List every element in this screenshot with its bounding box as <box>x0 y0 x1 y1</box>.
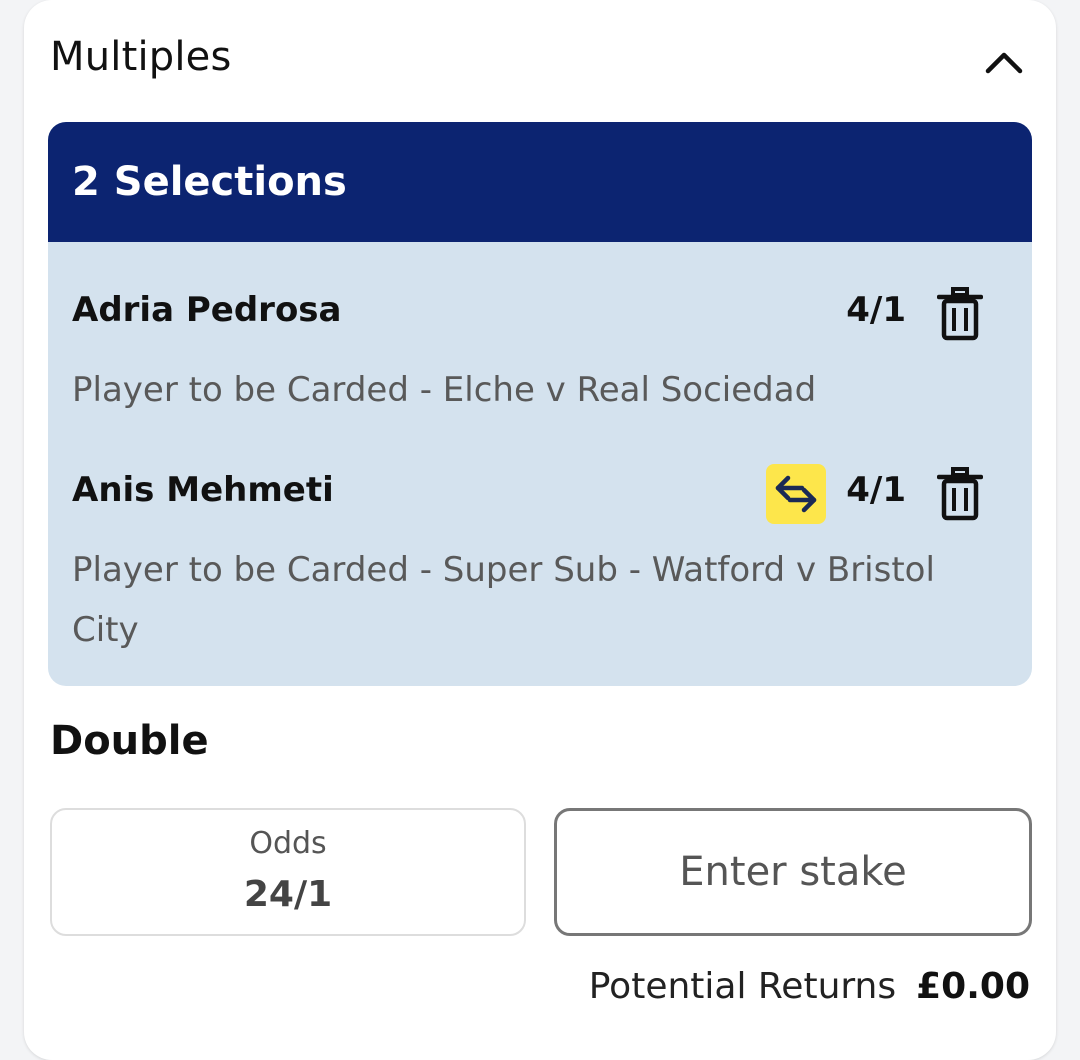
odds-display: Odds 24/1 <box>50 808 526 936</box>
selection-odds: 4/1 <box>846 290 906 330</box>
odds-value: 24/1 <box>243 874 333 915</box>
returns-value: £0.00 <box>916 966 1030 1007</box>
panel-header[interactable]: Multiples <box>24 0 1056 120</box>
chevron-up-icon <box>985 52 1023 74</box>
remove-selection-button[interactable] <box>932 284 988 344</box>
selection-item: Adria Pedrosa 4/1 Player to be Carded - … <box>48 242 1032 442</box>
trash-icon <box>937 287 983 341</box>
trash-icon <box>937 467 983 521</box>
returns-label: Potential Returns <box>588 966 897 1007</box>
bet-type-label: Double <box>50 718 209 764</box>
selections-list: 2 Selections Adria Pedrosa 4/1 Player to… <box>48 122 1032 686</box>
multiples-panel: Multiples 2 Selections Adria Pedrosa 4/1 <box>24 0 1056 1060</box>
panel-title: Multiples <box>50 34 232 80</box>
selection-description: Player to be Carded - Elche v Real Socie… <box>72 370 817 410</box>
selection-item: Anis Mehmeti 4/1 Player to be Carded - S… <box>48 422 1032 686</box>
remove-selection-button[interactable] <box>932 464 988 524</box>
selection-name: Adria Pedrosa <box>72 290 342 330</box>
selection-name: Anis Mehmeti <box>72 470 334 510</box>
selection-description: Player to be Carded - Super Sub - Watfor… <box>72 550 935 650</box>
potential-returns: Potential Returns £0.00 <box>589 966 1030 1007</box>
super-sub-swap-icon <box>775 475 817 513</box>
collapse-button[interactable] <box>978 36 1030 88</box>
stake-input[interactable] <box>554 808 1032 936</box>
selections-header: 2 Selections <box>48 122 1032 242</box>
odds-label: Odds <box>249 826 327 861</box>
selection-odds: 4/1 <box>846 470 906 510</box>
super-sub-badge <box>766 464 826 524</box>
